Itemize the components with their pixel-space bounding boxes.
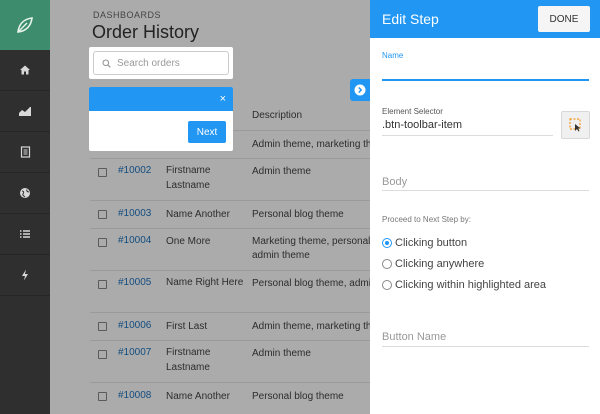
done-button[interactable]: DONE <box>538 6 590 32</box>
customer-name: Firstname Lastname <box>166 165 211 191</box>
customer-name: Firstname Lastname <box>166 347 211 373</box>
order-link[interactable]: #10003 <box>118 208 151 219</box>
radio-selected-icon <box>382 238 392 248</box>
sidebar-item-globe[interactable] <box>0 173 50 214</box>
edit-step-panel: Edit Step DONE Name Element Selector .bt… <box>370 0 600 414</box>
search-icon <box>102 58 111 68</box>
list-icon <box>20 230 30 238</box>
row-checkbox[interactable] <box>98 210 107 219</box>
button-name-underline <box>382 346 589 347</box>
selector-underline <box>382 135 553 136</box>
order-link[interactable]: #10008 <box>118 390 151 401</box>
order-description: Marketing theme, personal admin theme <box>252 236 371 261</box>
search-input[interactable]: Search orders <box>93 51 229 75</box>
breadcrumb: DASHBOARDS <box>93 10 162 20</box>
close-icon[interactable]: × <box>220 92 226 106</box>
element-picker-icon <box>568 118 581 132</box>
row-checkbox[interactable] <box>98 168 107 177</box>
tooltip-header: × <box>89 87 233 111</box>
search-placeholder: Search orders <box>117 57 180 69</box>
button-name-input[interactable]: Button Name <box>382 331 446 343</box>
customer-name: Name Another <box>166 209 230 220</box>
order-link[interactable]: #10005 <box>118 277 151 288</box>
radio-icon <box>382 259 392 269</box>
name-underline <box>382 79 589 81</box>
document-icon <box>20 146 30 158</box>
customer-name: Name Right Here <box>166 277 244 288</box>
row-checkbox[interactable] <box>98 238 107 247</box>
row-checkbox[interactable] <box>98 322 107 331</box>
order-description: Admin theme <box>252 348 311 359</box>
customer-name: One More <box>166 236 211 247</box>
body-underline <box>382 190 589 191</box>
sidebar-item-home[interactable] <box>0 50 50 91</box>
home-icon <box>20 65 30 75</box>
order-description: Personal blog theme <box>252 391 344 402</box>
order-description: Personal blog theme, admin theme <box>252 278 408 289</box>
panel-toggle[interactable] <box>350 79 370 101</box>
selector-input[interactable]: .btn-toolbar-item <box>382 119 462 131</box>
next-button[interactable]: Next <box>188 121 226 143</box>
order-link[interactable]: #10004 <box>118 235 151 246</box>
sidebar-item-actions[interactable] <box>0 255 50 296</box>
name-label: Name <box>382 51 404 60</box>
customer-name: First Last <box>166 321 208 332</box>
row-checkbox[interactable] <box>98 350 107 359</box>
order-description: Admin theme, marketing theme <box>252 321 391 332</box>
order-description: Admin theme <box>252 166 311 177</box>
panel-title: Edit Step <box>382 11 439 27</box>
order-link[interactable]: #10006 <box>118 320 151 331</box>
order-link[interactable]: #10002 <box>118 165 151 176</box>
row-checkbox[interactable] <box>98 392 107 401</box>
panel-header: Edit Step DONE <box>370 0 600 38</box>
globe-icon <box>20 188 30 198</box>
area-chart-icon <box>19 107 31 116</box>
radio-label: Clicking button <box>395 237 468 249</box>
element-picker-button[interactable] <box>561 111 590 139</box>
radio-label: Clicking within highlighted area <box>395 279 547 291</box>
tour-tooltip: × Next <box>89 87 233 151</box>
radio-icon <box>382 280 392 290</box>
bolt-icon <box>22 269 28 281</box>
order-link[interactable]: #10007 <box>118 347 151 358</box>
radio-label: Clicking anywhere <box>395 258 485 270</box>
order-description: Personal blog theme <box>252 209 344 220</box>
column-header-description: Description <box>252 110 303 121</box>
radio-clicking-button[interactable]: Clicking button <box>382 237 467 249</box>
row-checkbox[interactable] <box>98 280 107 289</box>
order-description: Admin theme, marketing theme <box>252 139 391 150</box>
sidebar-item-list[interactable] <box>0 214 50 255</box>
customer-name: Name Another <box>166 391 230 402</box>
page-title: Order History <box>92 22 200 42</box>
brand-logo[interactable] <box>0 0 50 50</box>
radio-clicking-anywhere[interactable]: Clicking anywhere <box>382 258 484 270</box>
sidebar <box>0 0 50 414</box>
proceed-label: Proceed to Next Step by: <box>382 215 471 224</box>
body-input[interactable]: Body <box>382 176 407 188</box>
radio-clicking-highlighted[interactable]: Clicking within highlighted area <box>382 279 546 291</box>
selector-label: Element Selector <box>382 107 443 116</box>
sidebar-item-documents[interactable] <box>0 132 50 173</box>
chevron-right-icon <box>354 84 366 96</box>
sidebar-item-analytics[interactable] <box>0 91 50 132</box>
highlighted-search: Search orders <box>89 47 233 79</box>
leaf-icon <box>17 17 33 33</box>
